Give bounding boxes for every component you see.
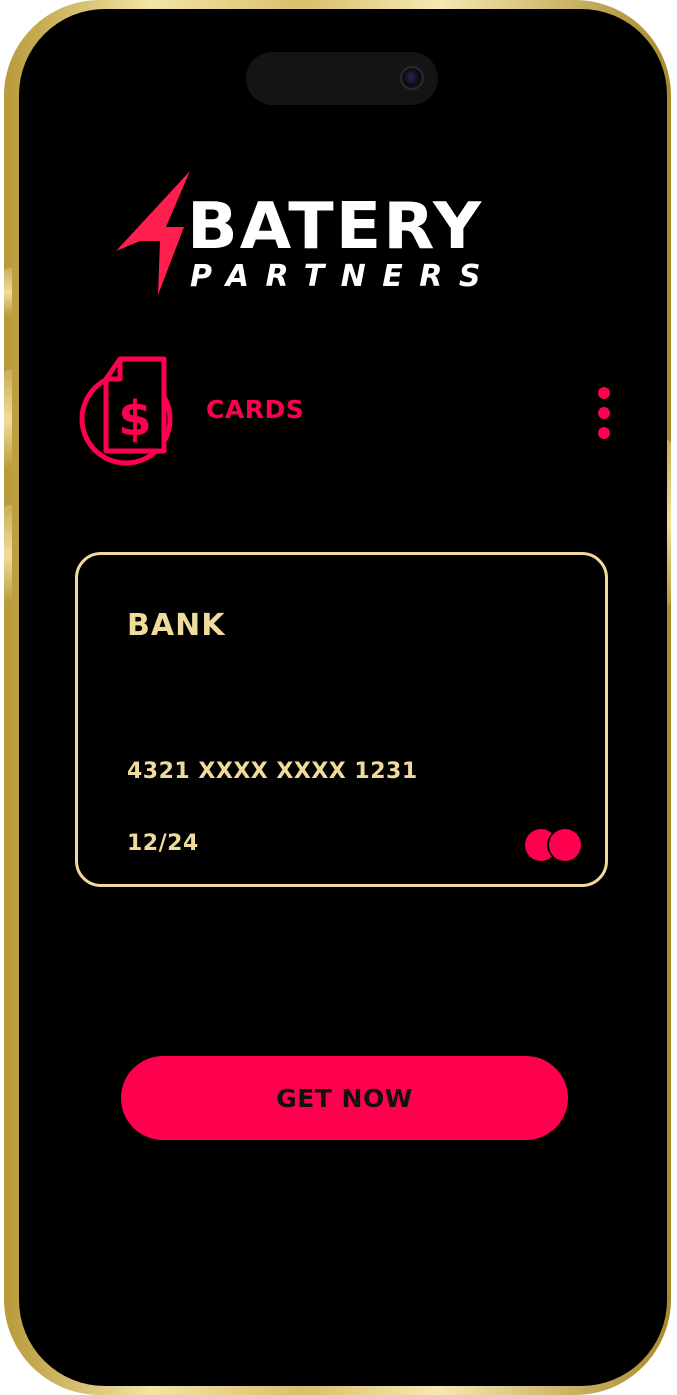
card-network-circle-right xyxy=(549,829,581,861)
screen: BATERY PARTNERS $ CARDS BANK 4321 XXXX X… xyxy=(19,9,667,1386)
lightning-bolt-icon xyxy=(116,171,190,295)
card-expiry: 12/24 xyxy=(127,831,199,856)
svg-text:$: $ xyxy=(118,391,151,447)
card-bank-name: BANK xyxy=(127,608,226,643)
brand-subtitle: PARTNERS xyxy=(190,259,497,294)
bank-card[interactable]: BANK 4321 XXXX XXXX 1231 12/24 xyxy=(75,552,608,887)
phone-frame: BATERY PARTNERS $ CARDS BANK 4321 XXXX X… xyxy=(4,0,671,1395)
dynamic-island xyxy=(246,52,438,105)
card-number: 4321 XXXX XXXX 1231 xyxy=(127,759,418,784)
brand-logo: BATERY PARTNERS xyxy=(114,169,574,299)
card-network-icon xyxy=(523,827,583,863)
get-now-button[interactable]: GET NOW xyxy=(121,1056,568,1140)
brand-name: BATERY xyxy=(187,190,484,264)
more-vertical-icon-dot xyxy=(598,427,610,439)
more-vertical-icon-dot xyxy=(598,407,610,419)
camera-icon xyxy=(400,66,424,90)
volume-up-button xyxy=(4,370,12,470)
action-button xyxy=(4,268,12,316)
section-title: CARDS xyxy=(206,395,305,424)
volume-down-button xyxy=(4,505,12,605)
dollar-document-icon: $ xyxy=(79,356,173,466)
more-options-button[interactable] xyxy=(593,387,615,439)
more-vertical-icon xyxy=(598,387,610,399)
